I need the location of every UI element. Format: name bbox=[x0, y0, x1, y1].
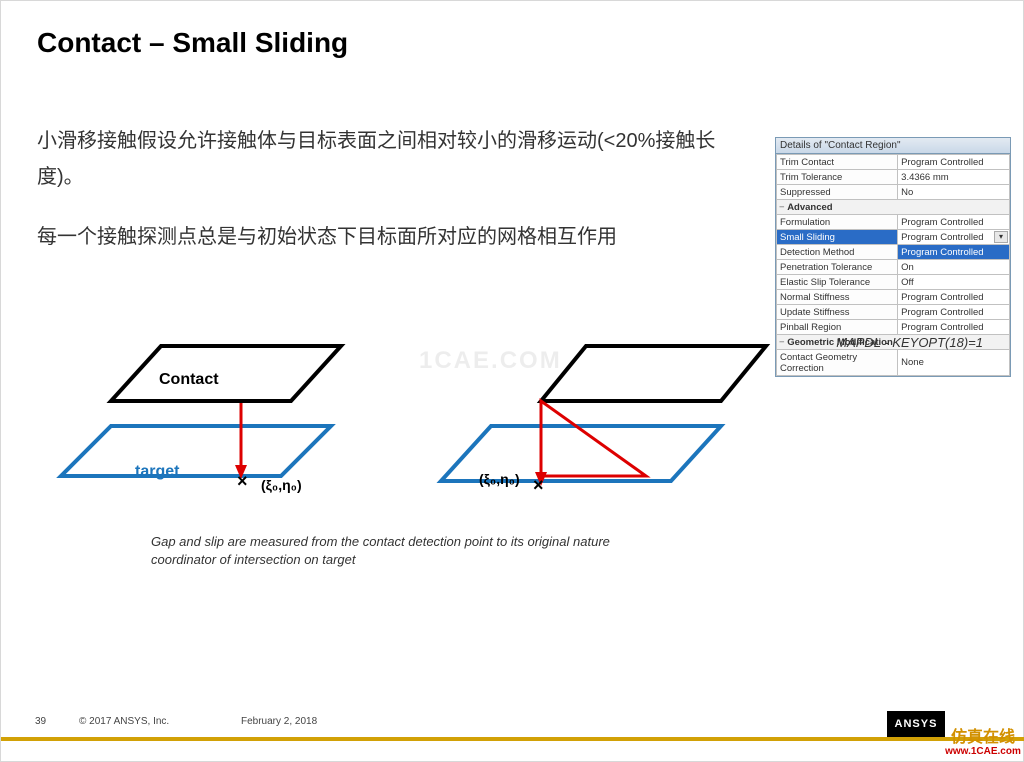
property-value[interactable]: Program Controlled▾ bbox=[898, 230, 1010, 245]
paragraph-2: 每一个接触探测点总是与初始状态下目标面所对应的网格相互作用 bbox=[37, 219, 757, 255]
site-cn: 仿真在线 bbox=[945, 730, 1021, 746]
property-value: 3.4366 mm bbox=[898, 170, 1010, 185]
table-row: Advanced bbox=[777, 200, 1010, 215]
property-value: Program Controlled bbox=[898, 155, 1010, 170]
svg-text:×: × bbox=[533, 475, 544, 495]
panel-note: MAPDL - KEYOPT(18)=1 bbox=[836, 335, 983, 350]
coordinate-label-2: (ξ₀,η₀) bbox=[479, 471, 520, 487]
property-key: Trim Contact bbox=[777, 155, 898, 170]
table-row: Small SlidingProgram Controlled▾ bbox=[777, 230, 1010, 245]
property-value: Program Controlled bbox=[898, 305, 1010, 320]
chevron-down-icon[interactable]: ▾ bbox=[994, 231, 1008, 243]
footer-date: February 2, 2018 bbox=[241, 716, 317, 727]
property-value: Program Controlled bbox=[898, 245, 1010, 260]
label-contact: Contact bbox=[159, 371, 219, 389]
table-row: Normal StiffnessProgram Controlled bbox=[777, 290, 1010, 305]
table-row: Elastic Slip ToleranceOff bbox=[777, 275, 1010, 290]
property-key: Trim Tolerance bbox=[777, 170, 898, 185]
paragraph-1: 小滑移接触假设允许接触体与目标表面之间相对较小的滑移运动(<20%接触长度)。 bbox=[37, 123, 757, 195]
property-value: Off bbox=[898, 275, 1010, 290]
property-key: Pinball Region bbox=[777, 320, 898, 335]
property-key: Formulation bbox=[777, 215, 898, 230]
property-value: Program Controlled bbox=[898, 320, 1010, 335]
table-row: SuppressedNo bbox=[777, 185, 1010, 200]
property-key: Normal Stiffness bbox=[777, 290, 898, 305]
table-row: Trim Tolerance3.4366 mm bbox=[777, 170, 1010, 185]
panel-title: Details of "Contact Region" bbox=[776, 138, 1010, 154]
table-row: FormulationProgram Controlled bbox=[777, 215, 1010, 230]
property-value: No bbox=[898, 185, 1010, 200]
slide-title: Contact – Small Sliding bbox=[37, 27, 348, 59]
property-key: Update Stiffness bbox=[777, 305, 898, 320]
svg-text:×: × bbox=[237, 471, 248, 491]
site-url: www.1CAE.com bbox=[945, 746, 1021, 757]
site-badge: 仿真在线 www.1CAE.com bbox=[945, 730, 1021, 757]
diagram-right: × (ξ₀,η₀) bbox=[421, 331, 781, 531]
accent-bar bbox=[1, 737, 1024, 741]
diagram-left: × Contact target (ξ₀,η₀) bbox=[31, 331, 391, 531]
label-target: target bbox=[135, 463, 179, 481]
property-key: Elastic Slip Tolerance bbox=[777, 275, 898, 290]
table-row: Pinball RegionProgram Controlled bbox=[777, 320, 1010, 335]
table-row: Update StiffnessProgram Controlled bbox=[777, 305, 1010, 320]
property-value: On bbox=[898, 260, 1010, 275]
table-row: Trim ContactProgram Controlled bbox=[777, 155, 1010, 170]
page-number: 39 bbox=[35, 716, 46, 727]
property-value: Program Controlled bbox=[898, 215, 1010, 230]
diagram-caption: Gap and slip are measured from the conta… bbox=[151, 533, 671, 569]
property-key: Contact Geometry Correction bbox=[777, 350, 898, 376]
copyright: © 2017 ANSYS, Inc. bbox=[79, 716, 169, 727]
section-header: Advanced bbox=[777, 200, 1010, 215]
table-row: Contact Geometry CorrectionNone bbox=[777, 350, 1010, 376]
table-row: Detection MethodProgram Controlled bbox=[777, 245, 1010, 260]
property-key: Small Sliding bbox=[777, 230, 898, 245]
coordinate-label-1: (ξ₀,η₀) bbox=[261, 477, 302, 493]
table-row: Penetration ToleranceOn bbox=[777, 260, 1010, 275]
property-key: Detection Method bbox=[777, 245, 898, 260]
property-key: Penetration Tolerance bbox=[777, 260, 898, 275]
property-value: Program Controlled bbox=[898, 290, 1010, 305]
property-key: Suppressed bbox=[777, 185, 898, 200]
ansys-logo: ANSYS bbox=[887, 711, 945, 737]
property-value: None bbox=[898, 350, 1010, 376]
